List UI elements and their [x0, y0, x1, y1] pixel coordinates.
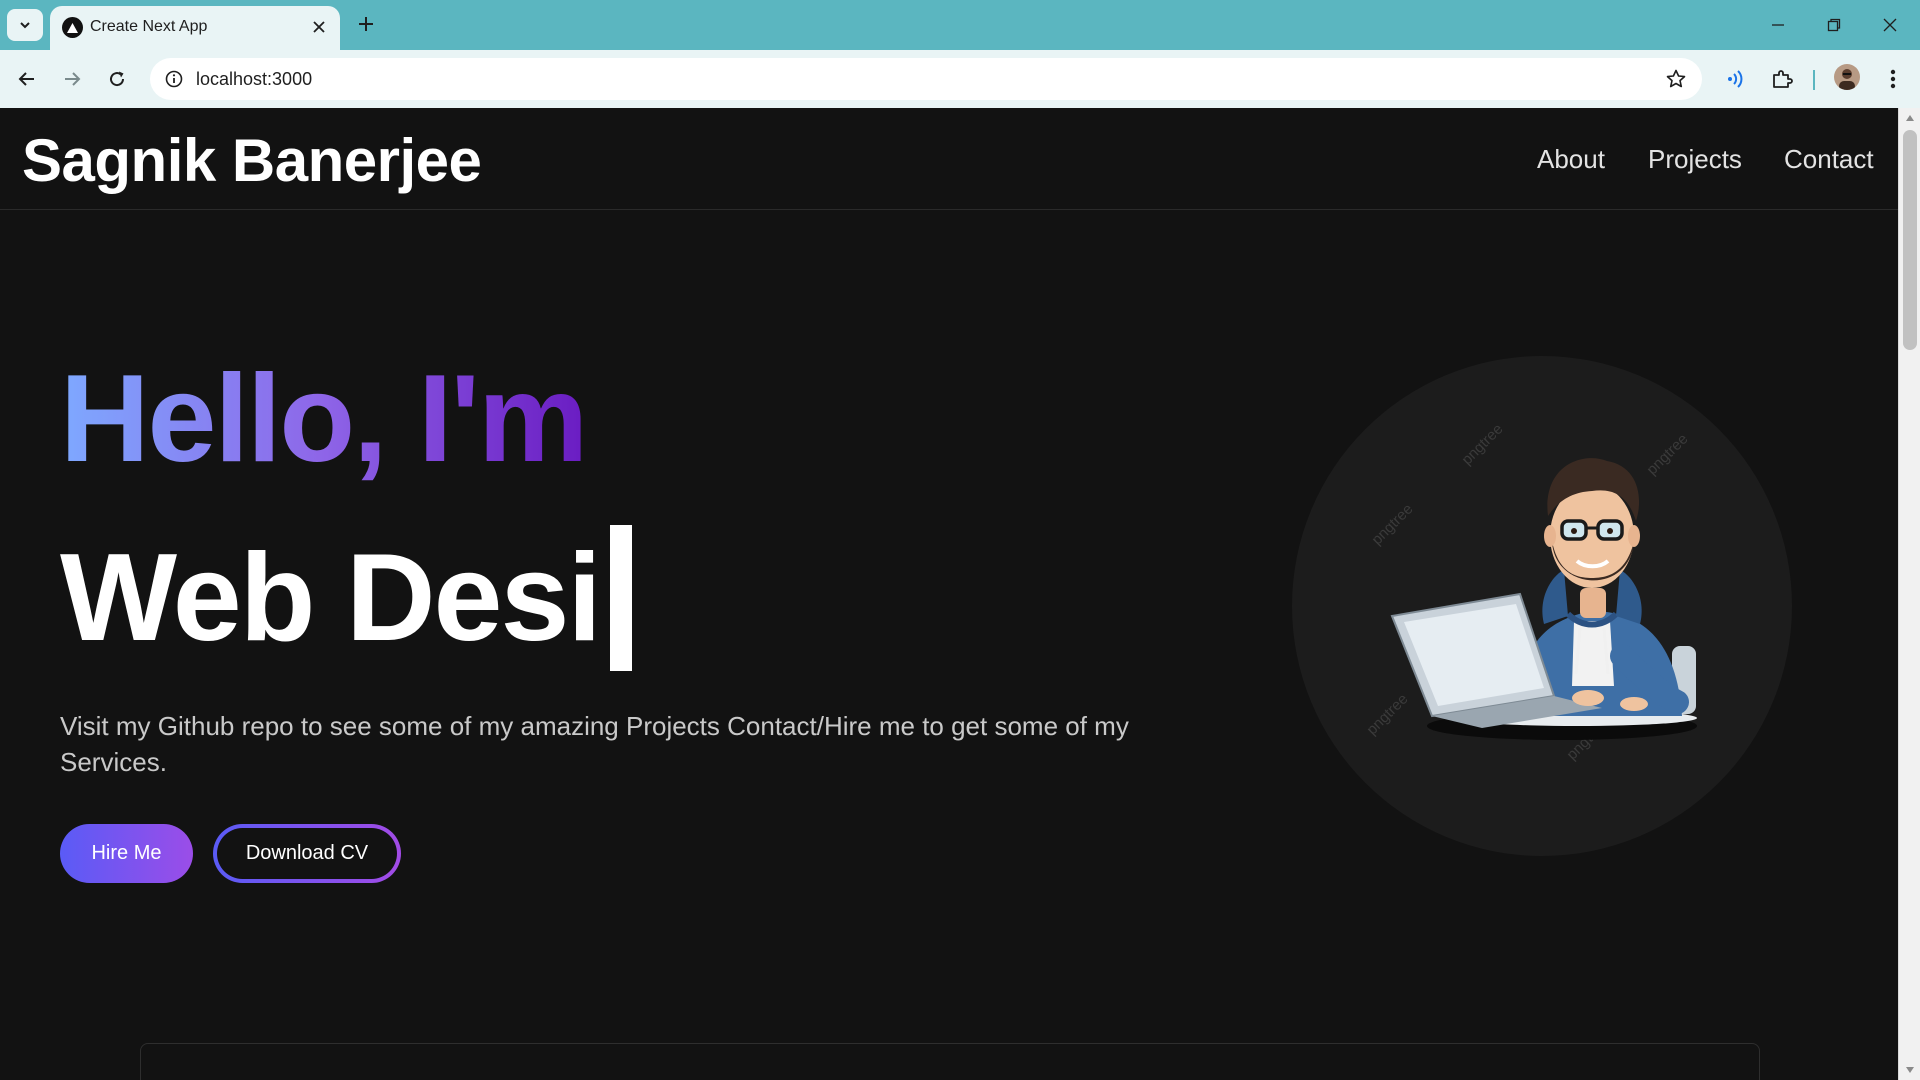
minimize-button[interactable] — [1750, 0, 1806, 50]
page-scrollbar[interactable] — [1898, 108, 1920, 1080]
arrow-right-icon — [65, 72, 81, 86]
download-cv-label: Download CV — [217, 828, 397, 879]
close-icon[interactable] — [308, 16, 330, 38]
hire-me-button[interactable]: Hire Me — [60, 824, 193, 883]
profile-avatar[interactable] — [1834, 64, 1860, 90]
new-tab-button[interactable] — [353, 11, 379, 37]
typed-role-line: Web Desi — [60, 523, 632, 673]
tab-title: Create Next App — [90, 18, 208, 35]
download-cv-button[interactable]: Download CV — [213, 824, 401, 883]
next-section-card — [140, 1043, 1760, 1080]
plus-icon — [359, 17, 373, 31]
arrow-left-icon — [18, 72, 34, 86]
browser-tab[interactable]: Create Next App — [50, 6, 340, 50]
url-text: localhost:3000 — [196, 69, 313, 89]
nav-projects[interactable]: Projects — [1648, 144, 1742, 175]
chevron-down-icon — [20, 22, 30, 29]
site-info-icon[interactable] — [160, 65, 188, 93]
scroll-down-arrow-icon[interactable] — [1904, 1064, 1916, 1076]
toolbar-divider — [1813, 70, 1815, 90]
restore-icon — [1827, 18, 1841, 32]
reload-button[interactable] — [100, 62, 134, 96]
nav-about[interactable]: About — [1537, 144, 1605, 175]
typing-caret — [609, 525, 632, 671]
browser-tab-strip: Create Next App — [0, 0, 1920, 50]
restore-button[interactable] — [1806, 0, 1862, 50]
back-button[interactable] — [10, 62, 44, 96]
brand-name[interactable]: Sagnik Banerjee — [22, 126, 482, 195]
scrollbar-thumb[interactable] — [1903, 130, 1917, 350]
page-viewport: Sagnik Banerjee About Projects Contact H… — [0, 108, 1898, 1080]
menu-kebab-icon[interactable] — [1876, 62, 1910, 96]
address-bar[interactable]: localhost:3000 — [150, 58, 1702, 100]
forward-button[interactable] — [55, 62, 89, 96]
window-close-button[interactable] — [1862, 0, 1918, 50]
close-icon — [1883, 18, 1897, 32]
tab-search-button[interactable] — [7, 9, 43, 41]
nextjs-favicon-icon — [62, 17, 83, 38]
hero-greeting: Hello, I'm — [60, 350, 588, 488]
browser-toolbar: localhost:3000 — [0, 50, 1920, 108]
hero-description: Visit my Github repo to see some of my a… — [60, 711, 1129, 777]
developer-illustration — [1390, 458, 1697, 740]
read-aloud-icon[interactable] — [1718, 62, 1752, 96]
reload-icon — [110, 71, 125, 87]
nav-contact[interactable]: Contact — [1784, 144, 1874, 175]
extensions-puzzle-icon[interactable] — [1765, 62, 1799, 96]
bookmark-star-icon[interactable] — [1662, 65, 1690, 93]
avatar-circle: pngtree pngtree pngtree pngtree pngtree — [1292, 356, 1792, 856]
minimize-icon — [1772, 24, 1784, 26]
scroll-up-arrow-icon[interactable] — [1904, 112, 1916, 124]
typed-role-text: Web Desi — [60, 529, 602, 667]
site-header: Sagnik Banerjee About Projects Contact — [0, 108, 1898, 210]
